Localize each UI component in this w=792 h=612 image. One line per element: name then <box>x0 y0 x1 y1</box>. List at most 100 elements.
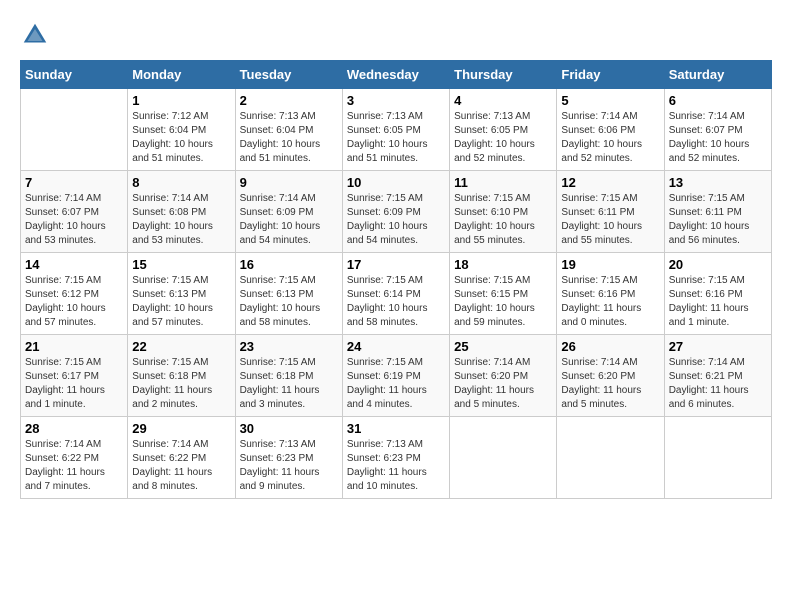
day-info: Sunrise: 7:12 AM Sunset: 6:04 PM Dayligh… <box>132 110 230 166</box>
day-number: 8 <box>132 175 230 190</box>
page-header <box>20 20 772 50</box>
day-info: Sunrise: 7:15 AM Sunset: 6:19 PM Dayligh… <box>347 356 445 412</box>
day-number: 18 <box>454 257 552 272</box>
day-number: 25 <box>454 339 552 354</box>
calendar-cell: 12 Sunrise: 7:15 AM Sunset: 6:11 PM Dayli… <box>557 171 664 253</box>
day-number: 13 <box>669 175 767 190</box>
calendar-cell: 1 Sunrise: 7:12 AM Sunset: 6:04 PM Daylig… <box>128 89 235 171</box>
calendar-cell: 13 Sunrise: 7:15 AM Sunset: 6:11 PM Dayli… <box>664 171 771 253</box>
day-info: Sunrise: 7:15 AM Sunset: 6:12 PM Dayligh… <box>25 274 123 330</box>
day-number: 11 <box>454 175 552 190</box>
day-number: 2 <box>240 93 338 108</box>
day-number: 31 <box>347 421 445 436</box>
calendar-week-4: 21 Sunrise: 7:15 AM Sunset: 6:17 PM Dayli… <box>21 335 772 417</box>
day-info: Sunrise: 7:15 AM Sunset: 6:17 PM Dayligh… <box>25 356 123 412</box>
calendar-cell: 29 Sunrise: 7:14 AM Sunset: 6:22 PM Dayli… <box>128 417 235 499</box>
calendar-cell: 17Sunrise: 7:15 AM Sunset: 6:14 PM Dayli… <box>342 253 449 335</box>
day-number: 12 <box>561 175 659 190</box>
day-info: Sunrise: 7:14 AM Sunset: 6:21 PM Dayligh… <box>669 356 767 412</box>
day-info: Sunrise: 7:14 AM Sunset: 6:08 PM Dayligh… <box>132 192 230 248</box>
day-number: 23 <box>240 339 338 354</box>
calendar-table: SundayMondayTuesdayWednesdayThursdayFrid… <box>20 60 772 499</box>
weekday-tuesday: Tuesday <box>235 61 342 89</box>
day-info: Sunrise: 7:15 AM Sunset: 6:18 PM Dayligh… <box>132 356 230 412</box>
day-number: 5 <box>561 93 659 108</box>
weekday-thursday: Thursday <box>450 61 557 89</box>
day-number: 27 <box>669 339 767 354</box>
day-number: 4 <box>454 93 552 108</box>
weekday-header-row: SundayMondayTuesdayWednesdayThursdayFrid… <box>21 61 772 89</box>
calendar-cell: 8 Sunrise: 7:14 AM Sunset: 6:08 PM Daylig… <box>128 171 235 253</box>
calendar-cell: 16 Sunrise: 7:15 AM Sunset: 6:13 PM Dayli… <box>235 253 342 335</box>
day-number: 26 <box>561 339 659 354</box>
weekday-monday: Monday <box>128 61 235 89</box>
weekday-sunday: Sunday <box>21 61 128 89</box>
calendar-cell: 22 Sunrise: 7:15 AM Sunset: 6:18 PM Dayli… <box>128 335 235 417</box>
day-info: Sunrise: 7:15 AM Sunset: 6:09 PM Dayligh… <box>347 192 445 248</box>
weekday-wednesday: Wednesday <box>342 61 449 89</box>
calendar-week-5: 28 Sunrise: 7:14 AM Sunset: 6:22 PM Dayli… <box>21 417 772 499</box>
day-info: Sunrise: 7:14 AM Sunset: 6:09 PM Dayligh… <box>240 192 338 248</box>
day-info: Sunrise: 7:13 AM Sunset: 6:04 PM Dayligh… <box>240 110 338 166</box>
day-number: 28 <box>25 421 123 436</box>
calendar-cell: 21 Sunrise: 7:15 AM Sunset: 6:17 PM Dayli… <box>21 335 128 417</box>
day-info: Sunrise: 7:13 AM Sunset: 6:05 PM Dayligh… <box>454 110 552 166</box>
day-info: Sunrise: 7:14 AM Sunset: 6:07 PM Dayligh… <box>669 110 767 166</box>
calendar-cell: 20 Sunrise: 7:15 AM Sunset: 6:16 PM Dayli… <box>664 253 771 335</box>
calendar-cell: 19Sunrise: 7:15 AM Sunset: 6:16 PM Dayli… <box>557 253 664 335</box>
day-info: Sunrise: 7:15 AM Sunset: 6:13 PM Dayligh… <box>240 274 338 330</box>
day-info: Sunrise: 7:14 AM Sunset: 6:07 PM Dayligh… <box>25 192 123 248</box>
calendar-cell: 18 Sunrise: 7:15 AM Sunset: 6:15 PM Dayli… <box>450 253 557 335</box>
calendar-week-2: 7 Sunrise: 7:14 AM Sunset: 6:07 PM Daylig… <box>21 171 772 253</box>
calendar-cell: 25 Sunrise: 7:14 AM Sunset: 6:20 PM Dayli… <box>450 335 557 417</box>
day-info: Sunrise: 7:15 AM Sunset: 6:13 PM Dayligh… <box>132 274 230 330</box>
day-info: Sunrise: 7:15 AM Sunset: 6:11 PM Dayligh… <box>669 192 767 248</box>
calendar-cell: 4 Sunrise: 7:13 AM Sunset: 6:05 PM Daylig… <box>450 89 557 171</box>
calendar-cell <box>21 89 128 171</box>
day-number: 22 <box>132 339 230 354</box>
calendar-cell: 2 Sunrise: 7:13 AM Sunset: 6:04 PM Daylig… <box>235 89 342 171</box>
day-number: 21 <box>25 339 123 354</box>
day-info: Sunrise: 7:14 AM Sunset: 6:20 PM Dayligh… <box>561 356 659 412</box>
day-info: Sunrise: 7:15 AM Sunset: 6:11 PM Dayligh… <box>561 192 659 248</box>
day-number: 24 <box>347 339 445 354</box>
calendar-week-3: 14 Sunrise: 7:15 AM Sunset: 6:12 PM Dayli… <box>21 253 772 335</box>
calendar-cell <box>664 417 771 499</box>
day-info: Sunrise: 7:14 AM Sunset: 6:22 PM Dayligh… <box>132 438 230 494</box>
calendar-week-1: 1 Sunrise: 7:12 AM Sunset: 6:04 PM Daylig… <box>21 89 772 171</box>
calendar-cell: 5Sunrise: 7:14 AM Sunset: 6:06 PM Daylig… <box>557 89 664 171</box>
calendar-cell: 3Sunrise: 7:13 AM Sunset: 6:05 PM Daylig… <box>342 89 449 171</box>
weekday-friday: Friday <box>557 61 664 89</box>
day-info: Sunrise: 7:13 AM Sunset: 6:23 PM Dayligh… <box>347 438 445 494</box>
weekday-saturday: Saturday <box>664 61 771 89</box>
day-info: Sunrise: 7:15 AM Sunset: 6:16 PM Dayligh… <box>669 274 767 330</box>
day-number: 20 <box>669 257 767 272</box>
day-number: 29 <box>132 421 230 436</box>
calendar-cell: 23 Sunrise: 7:15 AM Sunset: 6:18 PM Dayli… <box>235 335 342 417</box>
calendar-cell: 14 Sunrise: 7:15 AM Sunset: 6:12 PM Dayli… <box>21 253 128 335</box>
calendar-cell: 15 Sunrise: 7:15 AM Sunset: 6:13 PM Dayli… <box>128 253 235 335</box>
calendar-cell: 27 Sunrise: 7:14 AM Sunset: 6:21 PM Dayli… <box>664 335 771 417</box>
day-number: 1 <box>132 93 230 108</box>
calendar-cell: 6Sunrise: 7:14 AM Sunset: 6:07 PM Daylig… <box>664 89 771 171</box>
day-info: Sunrise: 7:15 AM Sunset: 6:15 PM Dayligh… <box>454 274 552 330</box>
day-number: 17 <box>347 257 445 272</box>
day-number: 7 <box>25 175 123 190</box>
day-info: Sunrise: 7:15 AM Sunset: 6:18 PM Dayligh… <box>240 356 338 412</box>
calendar-cell <box>450 417 557 499</box>
calendar-cell: 26 Sunrise: 7:14 AM Sunset: 6:20 PM Dayli… <box>557 335 664 417</box>
day-number: 14 <box>25 257 123 272</box>
calendar-cell: 9 Sunrise: 7:14 AM Sunset: 6:09 PM Daylig… <box>235 171 342 253</box>
day-number: 30 <box>240 421 338 436</box>
day-info: Sunrise: 7:14 AM Sunset: 6:20 PM Dayligh… <box>454 356 552 412</box>
day-number: 9 <box>240 175 338 190</box>
day-info: Sunrise: 7:13 AM Sunset: 6:23 PM Dayligh… <box>240 438 338 494</box>
calendar-cell: 28 Sunrise: 7:14 AM Sunset: 6:22 PM Dayli… <box>21 417 128 499</box>
calendar-cell: 24 Sunrise: 7:15 AM Sunset: 6:19 PM Dayli… <box>342 335 449 417</box>
calendar-cell: 11Sunrise: 7:15 AM Sunset: 6:10 PM Dayli… <box>450 171 557 253</box>
day-number: 3 <box>347 93 445 108</box>
day-info: Sunrise: 7:14 AM Sunset: 6:22 PM Dayligh… <box>25 438 123 494</box>
day-number: 16 <box>240 257 338 272</box>
calendar-cell: 30 Sunrise: 7:13 AM Sunset: 6:23 PM Dayli… <box>235 417 342 499</box>
day-number: 15 <box>132 257 230 272</box>
